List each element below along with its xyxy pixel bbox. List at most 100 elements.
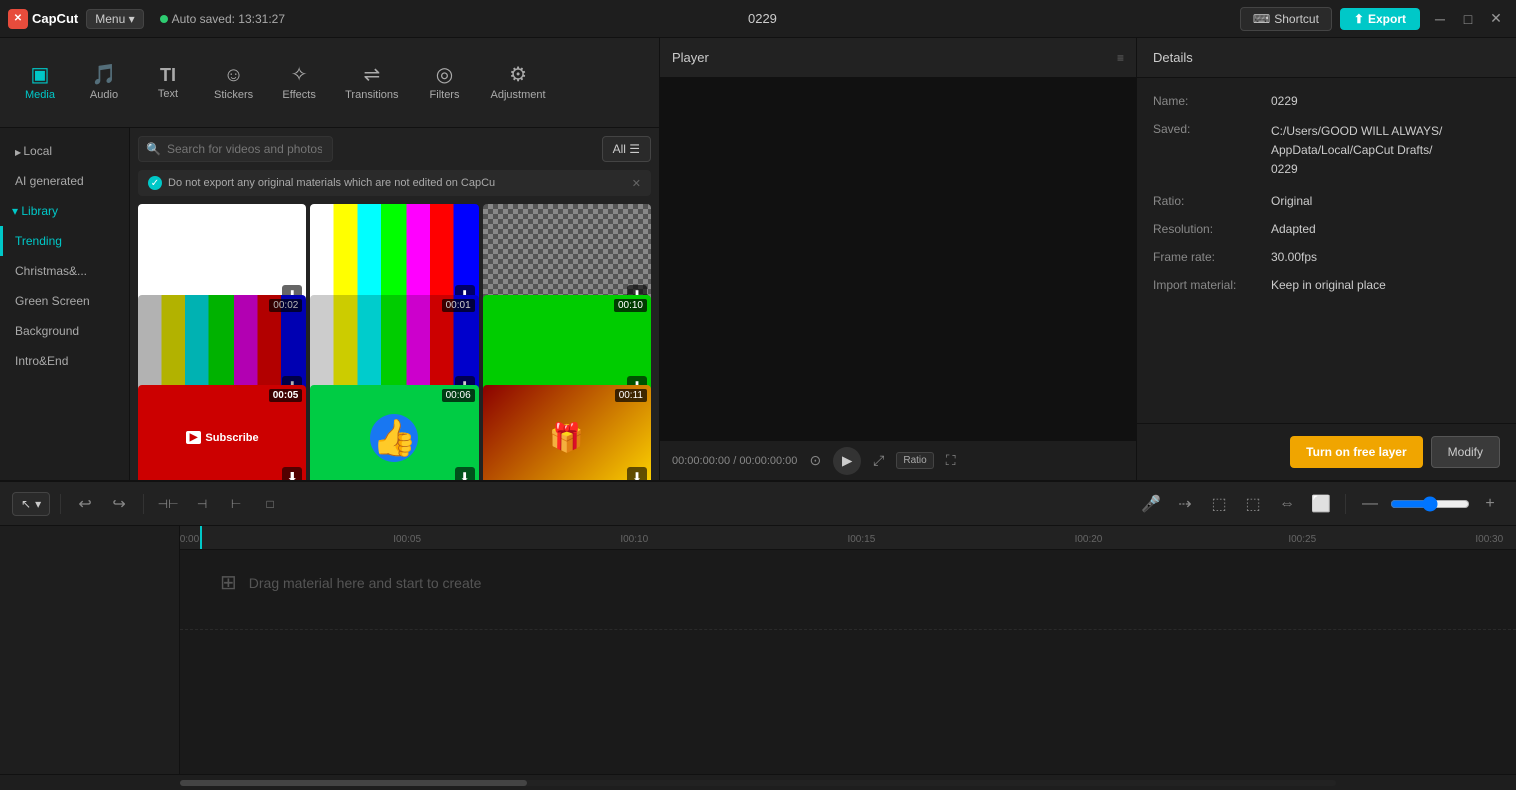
ratio-button[interactable]: Ratio [896, 452, 933, 469]
sidebar-item-green-screen[interactable]: Green Screen [0, 286, 129, 316]
undo-button[interactable]: ↩ [71, 490, 99, 518]
toolbar-audio[interactable]: 🎵 Audio [74, 57, 134, 109]
trim-left-button[interactable]: ⊣ [188, 490, 216, 518]
thumbnail-7[interactable]: ▶ Subscribe 00:05 ⬇ [138, 385, 306, 480]
menu-button[interactable]: Menu ▾ [86, 9, 143, 29]
maximize-button[interactable]: □ [1456, 7, 1480, 31]
toolbar-effects[interactable]: ✧ Effects [269, 57, 329, 109]
ruler-mark-5: I00:05 [393, 534, 421, 545]
ratio-value: Original [1271, 194, 1500, 208]
sidebar-item-christmas[interactable]: Christmas&... [0, 256, 129, 286]
thumbnail-9[interactable]: 🎁 00:11 ⬇ [483, 385, 651, 480]
split-button[interactable]: ⊣⊢ [154, 490, 182, 518]
link-button[interactable]: ⇢ [1171, 490, 1199, 518]
transitions-icon: ⇌ [363, 65, 380, 85]
audio-icon: 🎵 [92, 65, 117, 85]
timeline-track-labels [0, 526, 180, 774]
keyboard-icon: ⌨ [1253, 12, 1270, 26]
duration-9: 00:11 [615, 389, 647, 402]
sidebar-item-local[interactable]: Local [0, 136, 129, 166]
ruler-mark-25: I00:25 [1288, 534, 1316, 545]
autosave-text: Auto saved: 13:31:27 [172, 12, 285, 26]
main-video-track[interactable]: ⊞ Drag material here and start to create [180, 550, 1516, 630]
ratio-label: Ratio: [1153, 194, 1263, 208]
sidebar-item-ai-generated[interactable]: AI generated [0, 166, 129, 196]
timeline-right-controls: 🎤 ⇢ ⬚ ⬚ ⇔ ⬜ ― + [1137, 490, 1504, 518]
download-icon-8[interactable]: ⬇ [455, 467, 475, 480]
mic-button[interactable]: 🎤 [1137, 490, 1165, 518]
app-logo: ✕ CapCut [8, 9, 78, 29]
sidebar-item-background[interactable]: Background [0, 316, 129, 346]
filters-icon: ◎ [436, 65, 453, 85]
toolbar: ▣ Media 🎵 Audio TI Text ☺ Stickers ✧ Eff… [0, 38, 659, 128]
select-tool[interactable]: ↖ ▾ [12, 492, 50, 516]
minimize-button[interactable]: ─ [1428, 7, 1452, 31]
divider-1 [60, 494, 61, 514]
toolbar-transitions[interactable]: ⇌ Transitions [333, 57, 410, 109]
close-button[interactable]: ✕ [1484, 7, 1508, 31]
toolbar-text[interactable]: TI Text [138, 58, 198, 108]
sidebar-item-intro-end[interactable]: Intro&End [0, 346, 129, 376]
player-target-button[interactable]: ⊙ [805, 450, 825, 471]
text-icon: TI [160, 66, 176, 84]
audio-track-button[interactable]: ⬚ [1239, 490, 1267, 518]
text-track-button[interactable]: ⇔ [1273, 490, 1301, 518]
toolbar-media[interactable]: ▣ Media [10, 57, 70, 109]
notice-text: Do not export any original materials whi… [168, 177, 495, 189]
redo-button[interactable]: ↪ [105, 490, 133, 518]
zoom-in-button[interactable]: + [1476, 490, 1504, 518]
subscribe-text: ▶ Subscribe [186, 431, 259, 444]
export-button[interactable]: ⬆ Export [1340, 8, 1420, 30]
ruler-mark-10: I00:10 [620, 534, 648, 545]
subtitle-button[interactable]: ⬜ [1307, 490, 1335, 518]
thumbnail-3[interactable]: ⬇ [483, 204, 651, 309]
stickers-icon: ☺ [223, 65, 243, 85]
toolbar-filters[interactable]: ◎ Filters [415, 57, 475, 109]
video-track-button[interactable]: ⬚ [1205, 490, 1233, 518]
thumbnail-4[interactable]: 00:02 ⬇ [138, 295, 306, 400]
titlebar: ✕ CapCut Menu ▾ Auto saved: 13:31:27 022… [0, 0, 1516, 38]
shortcut-button[interactable]: ⌨ Shortcut [1240, 7, 1332, 31]
search-bar-row: 🔍 All ☰ [130, 128, 659, 170]
ruler-mark-15: I00:15 [847, 534, 875, 545]
download-icon-7[interactable]: ⬇ [282, 467, 302, 480]
zoom-slider[interactable] [1390, 496, 1470, 512]
total-time: 00:00:00:00 [739, 455, 797, 467]
timeline-scrollbar [0, 774, 1516, 790]
cursor-icon: ↖ [21, 497, 31, 511]
search-input[interactable] [138, 136, 333, 162]
thumbnail-2[interactable]: ⬇ [310, 204, 478, 309]
name-value: 0229 [1271, 94, 1500, 108]
player-menu-icon[interactable]: ≡ [1117, 51, 1124, 65]
all-filter-button[interactable]: All ☰ [602, 136, 651, 162]
toolbar-stickers[interactable]: ☺ Stickers [202, 57, 265, 109]
zoom-out-button[interactable]: ― [1356, 490, 1384, 518]
trim-right-button[interactable]: ⊢ [222, 490, 250, 518]
player-expand-button[interactable]: ⤢ [869, 450, 888, 471]
player-time-display: 00:00:00:00 / 00:00:00:00 [672, 455, 797, 467]
details-body: Name: 0229 Saved: C:/Users/GOOD WILL ALW… [1137, 78, 1516, 423]
notice-bar: ✓ Do not export any original materials w… [138, 170, 651, 196]
ruler-mark-0: 00:00 [180, 534, 199, 545]
delete-button[interactable]: □ [256, 490, 284, 518]
details-title: Details [1153, 50, 1193, 65]
notice-close-button[interactable]: ✕ [632, 177, 641, 190]
player-panel: Player ≡ 00:00:00:00 / 00:00:00:00 ⊙ ▶ ⤢… [660, 38, 1136, 480]
sidebar-library-header[interactable]: ▾ Library [0, 196, 129, 226]
modify-button[interactable]: Modify [1431, 436, 1500, 468]
thumbnail-5[interactable]: 00:01 ⬇ [310, 295, 478, 400]
thumbnail-8[interactable]: 👍 00:06 ⬇ [310, 385, 478, 480]
scrollbar-thumb[interactable] [180, 780, 527, 786]
download-icon-9[interactable]: ⬇ [627, 467, 647, 480]
turn-on-free-layer-button[interactable]: Turn on free layer [1290, 436, 1422, 468]
drag-drop-area[interactable]: ⊞ Drag material here and start to create [180, 550, 1516, 615]
player-viewport [660, 78, 1136, 440]
thumbnail-1[interactable]: ⬇ [138, 204, 306, 309]
toolbar-adjustment[interactable]: ⚙ Adjustment [479, 57, 558, 109]
sidebar-item-trending[interactable]: Trending [0, 226, 129, 256]
media-content: Local AI generated ▾ Library Trending Ch… [0, 128, 659, 480]
sidebar: Local AI generated ▾ Library Trending Ch… [0, 128, 130, 480]
thumbnail-6[interactable]: 00:10 ⬇ [483, 295, 651, 400]
play-button[interactable]: ▶ [833, 447, 861, 475]
player-fullscreen-button[interactable]: ⛶ [942, 450, 960, 471]
